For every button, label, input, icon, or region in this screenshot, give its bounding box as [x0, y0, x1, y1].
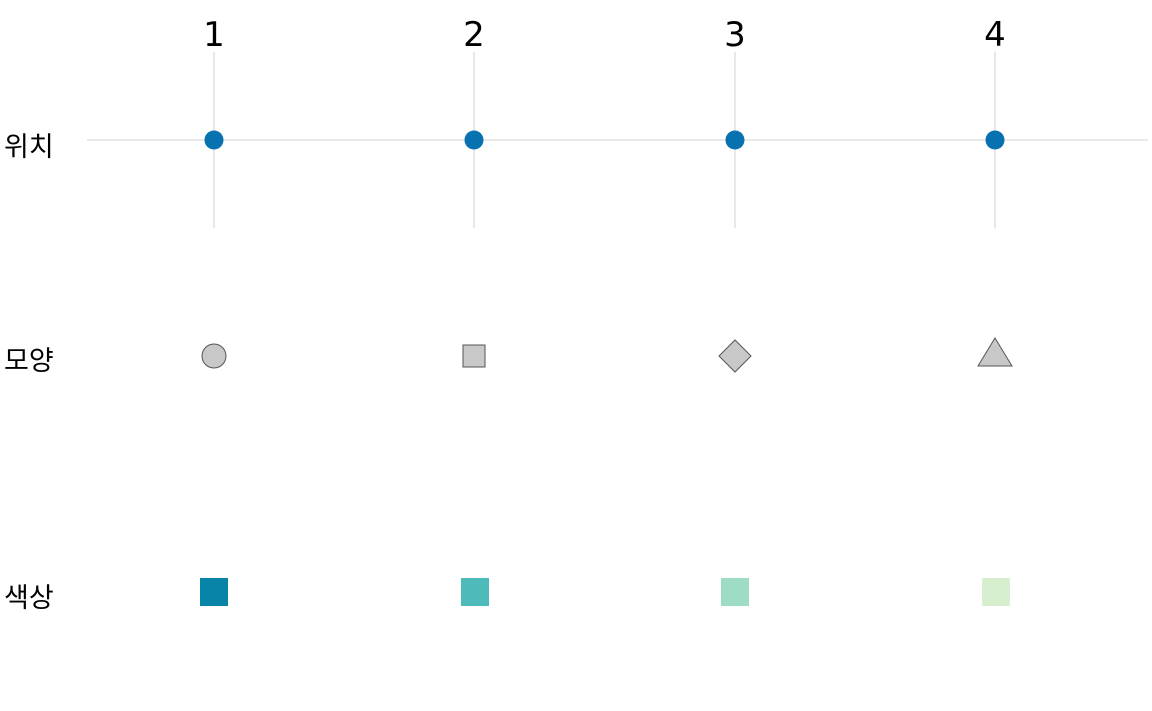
shape-triangle: [977, 337, 1013, 367]
channel-comparison-figure: 1 2 3 4 위치 모양 색상: [4, 15, 1148, 614]
column-label-2: 2: [463, 15, 485, 55]
position-point-3: [725, 130, 745, 150]
shape-row: [201, 337, 1013, 373]
color-row: [200, 578, 1010, 606]
column-label-1: 1: [203, 15, 225, 55]
position-row: [87, 52, 1148, 228]
color-swatch-1: [200, 578, 228, 606]
position-point-1: [204, 130, 224, 150]
color-swatch-4: [982, 578, 1010, 606]
row-label-color: 색상: [4, 583, 54, 614]
shape-diamond: [718, 339, 752, 373]
column-label-4: 4: [984, 15, 1006, 55]
column-label-3: 3: [724, 15, 746, 55]
shape-circle: [201, 343, 227, 369]
row-label-position: 위치: [4, 132, 54, 163]
shape-square: [462, 344, 486, 368]
color-swatch-2: [461, 578, 489, 606]
position-point-4: [985, 130, 1005, 150]
color-swatch-3: [721, 578, 749, 606]
row-label-shape: 모양: [4, 346, 54, 377]
position-point-2: [464, 130, 484, 150]
